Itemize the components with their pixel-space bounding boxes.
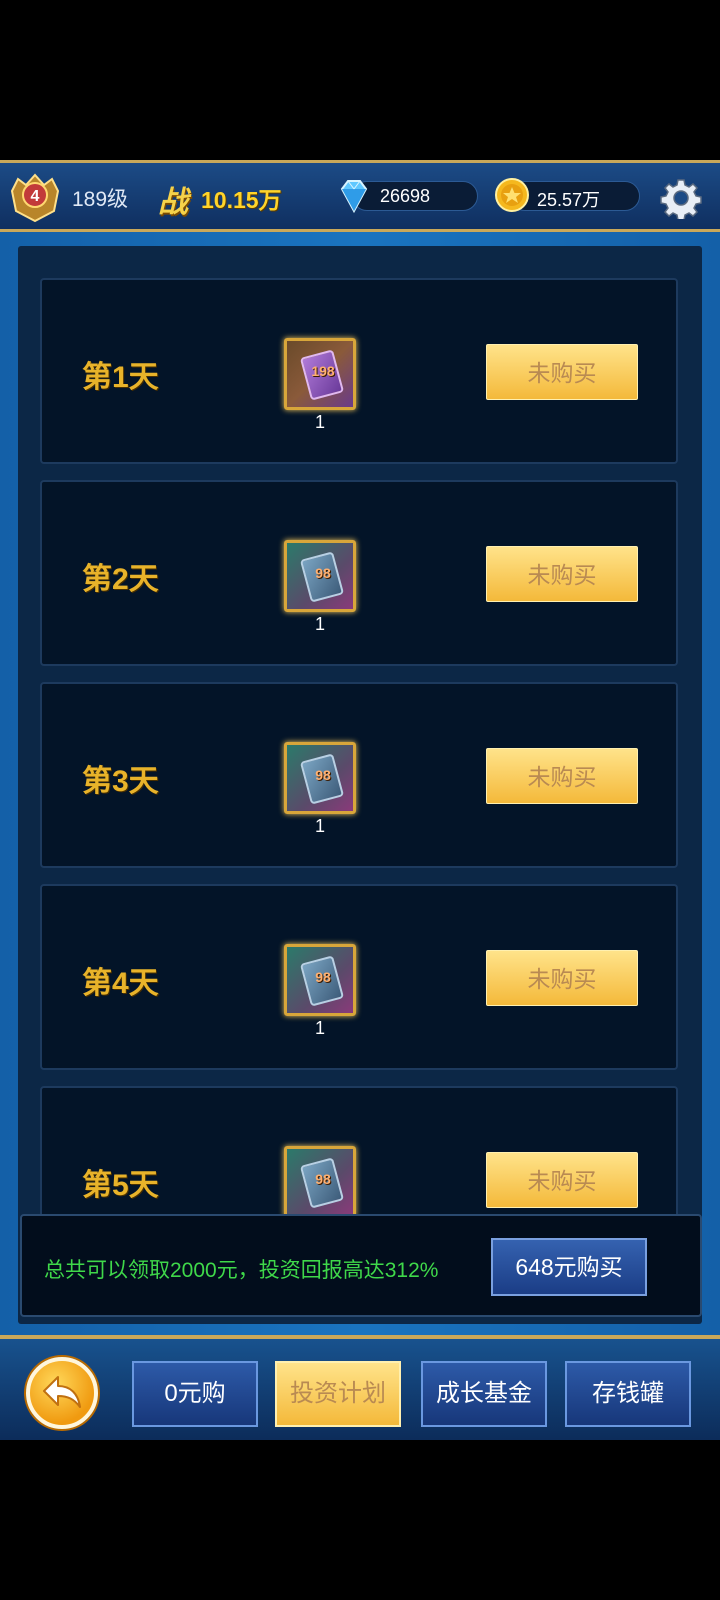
bottom-nav: 0元购 投资计划 成长基金 存钱罐: [0, 1335, 720, 1440]
gold-count: 25.57万: [537, 190, 601, 210]
return-info-text: 总共可以领取2000元，投资回报高达312%: [44, 1259, 439, 1282]
day-reward-card: 第4天 98 1 未购买: [40, 884, 678, 1070]
reward-item-slot[interactable]: 198: [284, 338, 356, 410]
item-count: 1: [314, 614, 325, 634]
day-reward-card: 第3天 98 1 未购买: [40, 682, 678, 868]
item-voucher-value: 98: [315, 969, 331, 985]
buy-plan-button[interactable]: 648元购买: [491, 1238, 647, 1296]
item-voucher-value: 198: [311, 363, 335, 379]
reward-item-slot[interactable]: 98: [284, 742, 356, 814]
claim-status-button[interactable]: 未购买: [486, 950, 638, 1006]
player-level: 189级: [72, 188, 129, 211]
tab-zero-yuan[interactable]: 0元购: [132, 1361, 258, 1427]
combat-power-value: 10.15万: [201, 187, 282, 213]
claim-status-button[interactable]: 未购买: [486, 1152, 638, 1208]
item-voucher-value: 98: [315, 565, 331, 581]
power-icon: 战: [158, 186, 188, 219]
day-label: 第5天: [82, 1169, 159, 1202]
gold-coin-icon: [495, 178, 529, 212]
day-label: 第4天: [82, 967, 159, 1000]
reward-item-slot[interactable]: 98: [284, 1146, 356, 1218]
day-label: 第2天: [82, 563, 159, 596]
app-screen: 4 189级 战 10.15万 26698 25.57万 第1天 198 1 未…: [0, 0, 720, 1600]
item-voucher-value: 98: [315, 767, 331, 783]
reward-item-slot[interactable]: 98: [284, 540, 356, 612]
reward-item-slot[interactable]: 98: [284, 944, 356, 1016]
item-count: 1: [314, 412, 325, 432]
claim-status-button[interactable]: 未购买: [486, 546, 638, 602]
claim-status-button[interactable]: 未购买: [486, 748, 638, 804]
rank-badge-icon[interactable]: 4: [8, 171, 62, 225]
day-label: 第3天: [82, 765, 159, 798]
tab-piggy-bank[interactable]: 存钱罐: [565, 1361, 691, 1427]
item-voucher-value: 98: [315, 1171, 331, 1187]
claim-status-button[interactable]: 未购买: [486, 344, 638, 400]
rank-badge-number: 4: [31, 188, 40, 205]
day-reward-card: 第2天 98 1 未购买: [40, 480, 678, 666]
purchase-info-bar: 总共可以领取2000元，投资回报高达312% 648元购买: [20, 1214, 702, 1317]
gear-icon[interactable]: [660, 177, 702, 219]
day-reward-card: 第1天 198 1 未购买: [40, 278, 678, 464]
tab-growth-fund[interactable]: 成长基金: [421, 1361, 547, 1427]
back-arrow-icon: [43, 1376, 81, 1408]
item-count: 1: [314, 1018, 325, 1038]
top-status-bar: 4 189级 战 10.15万 26698 25.57万: [0, 160, 720, 232]
tab-investment-plan[interactable]: 投资计划: [275, 1361, 401, 1427]
diamond-count: 26698: [380, 186, 431, 206]
diamond-icon: [340, 180, 368, 214]
back-button[interactable]: [26, 1357, 98, 1429]
day-label: 第1天: [82, 361, 159, 394]
item-count: 1: [314, 816, 325, 836]
